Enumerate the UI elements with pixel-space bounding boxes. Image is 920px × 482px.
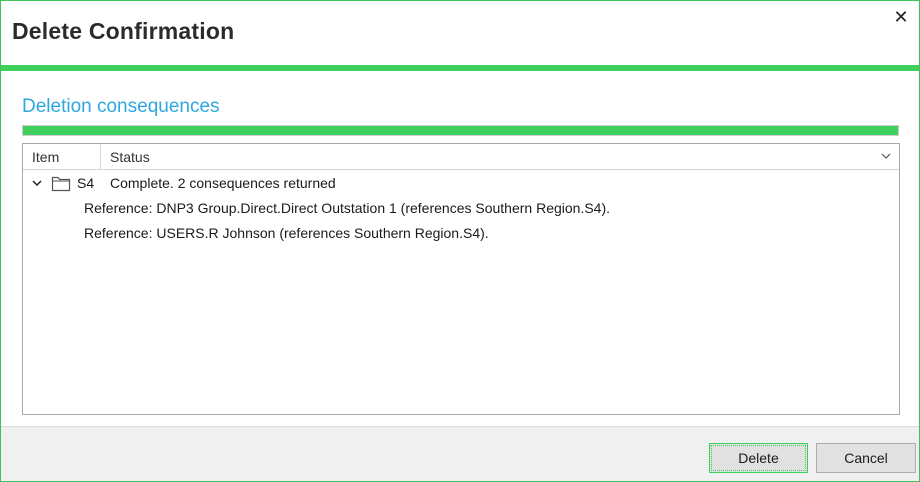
close-icon[interactable]: ✕ (891, 7, 911, 27)
chevron-down-icon[interactable] (31, 177, 43, 189)
progress-bar-fill (23, 126, 898, 135)
tree-item-label: S4 (77, 175, 95, 191)
reference-text: Reference: DNP3 Group.Direct.Direct Outs… (84, 200, 611, 216)
delete-button[interactable]: Delete (709, 443, 808, 473)
column-header-item[interactable]: Item (23, 144, 101, 169)
tree-row-s4[interactable]: S4 Complete. 2 consequences returned (23, 172, 899, 196)
folder-icon (51, 176, 71, 192)
dialog-footer: Delete Cancel (1, 426, 919, 481)
dialog-title: Delete Confirmation (12, 18, 235, 44)
cancel-button[interactable]: Cancel (816, 443, 916, 473)
progress-bar (22, 125, 899, 136)
title-bar: Delete Confirmation ✕ (1, 1, 919, 65)
delete-confirmation-dialog: Delete Confirmation ✕ Deletion consequen… (0, 0, 920, 482)
tree-item-status: Complete. 2 consequences returned (110, 175, 336, 191)
chevron-down-icon[interactable] (881, 151, 891, 161)
reference-text: Reference: USERS.R Johnson (references S… (84, 225, 489, 241)
column-header-status[interactable]: Status (101, 144, 899, 169)
title-accent-bar (1, 65, 919, 71)
section-heading: Deletion consequences (22, 96, 220, 117)
consequences-tree-grid: Item Status S4 Complete. 2 consequences … (22, 143, 900, 415)
grid-header: Item Status (23, 144, 899, 170)
